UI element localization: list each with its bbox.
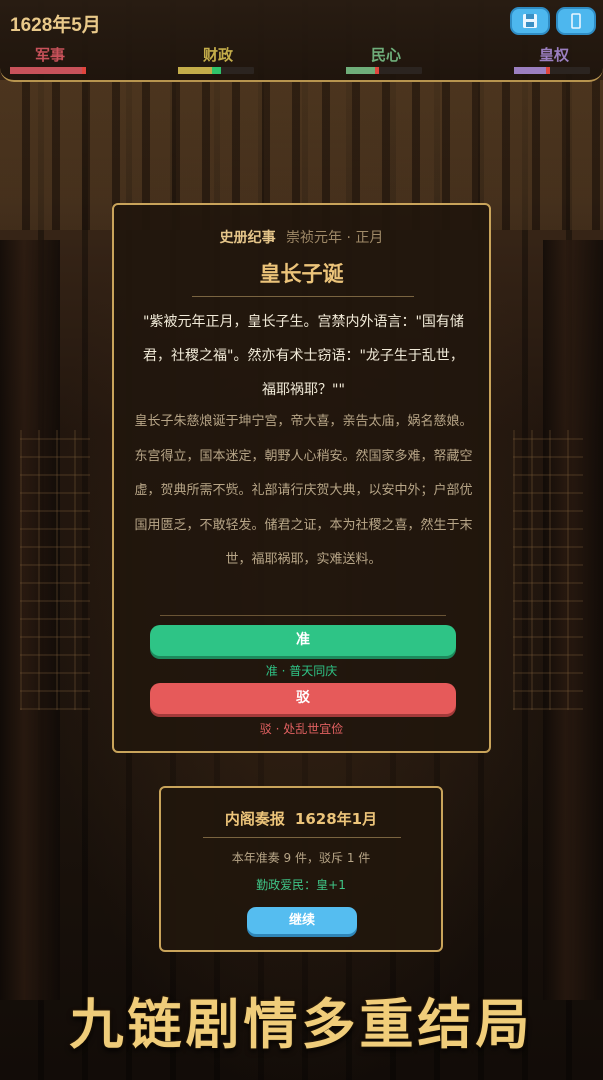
continue-button[interactable]: 继续	[247, 907, 357, 934]
stat-marker-military	[82, 67, 86, 74]
stat-fill-imperial-power	[514, 67, 546, 74]
reject-button[interactable]: 驳	[150, 683, 456, 714]
stat-bar-finance	[178, 67, 254, 74]
save-icon	[523, 14, 537, 28]
event-card: 史册纪事 崇祯元年 · 正月 皇长子诞 "紫被元年正月，皇长子生。宫禁内外语言：…	[112, 203, 491, 753]
stat-label-military: 军事	[34, 46, 65, 64]
stat-label-people: 民心	[370, 46, 401, 64]
stat-finance: 财政	[178, 44, 258, 74]
event-quote: "紫被元年正月，皇长子生。宫禁内外语言："国有储君，社稷之福"。然亦有术士窃语：…	[143, 314, 464, 398]
report-effect: 勤政爱民：皇+1	[256, 878, 346, 892]
stat-bar-imperial-power	[514, 67, 590, 74]
approve-note: 准 · 普天同庆	[265, 664, 338, 678]
report-summary: 本年准奏 9 件，驳斥 1 件	[231, 851, 371, 865]
event-era: 崇祯元年 · 正月	[286, 230, 384, 246]
current-date: 1628年5月	[10, 15, 101, 36]
menu-button[interactable]	[556, 7, 596, 35]
stat-fill-military	[10, 67, 84, 74]
event-tag: 史册纪事	[219, 230, 276, 246]
stat-people: 民心	[346, 44, 426, 74]
report-title-text: 内阁奏报	[224, 810, 285, 828]
stat-marker-people	[375, 67, 379, 74]
event-title: 皇长子诞	[259, 262, 344, 286]
report-title: 内阁奏报 1628年1月	[161, 808, 441, 829]
approve-button[interactable]: 准	[150, 625, 456, 656]
report-date: 1628年1月	[294, 810, 378, 828]
divider	[192, 296, 414, 297]
stat-marker-imperial-power	[546, 67, 550, 74]
stat-military: 军事	[10, 44, 90, 74]
top-status-bar: 1628年5月 军事 财政 民心 皇权	[0, 0, 603, 82]
menu-icon	[571, 13, 581, 29]
stat-fill-people	[346, 67, 375, 74]
stat-label-imperial-power: 皇权	[538, 46, 569, 64]
save-button[interactable]	[510, 7, 550, 35]
stat-bar-people	[346, 67, 422, 74]
promo-banner: 九链剧情多重结局	[69, 992, 534, 1056]
divider	[203, 837, 401, 838]
cabinet-report-card: 内阁奏报 1628年1月 本年准奏 9 件，驳斥 1 件 勤政爱民：皇+1 继续	[159, 786, 443, 952]
stat-fill-finance	[178, 67, 212, 74]
stat-imperial-power: 皇权	[514, 44, 594, 74]
divider	[160, 615, 446, 616]
event-story: 皇长子朱慈烺诞于坤宁宫，帝大喜，亲告太庙，娲名慈娘。东宫得立，国本迷定，朝野人心…	[134, 414, 473, 567]
stat-label-finance: 财政	[202, 46, 233, 64]
reject-note: 驳 · 处乱世宜俭	[259, 722, 344, 736]
lattice-window-left	[20, 430, 90, 710]
stat-bar-military	[10, 67, 86, 74]
lattice-window-right	[513, 430, 583, 710]
event-header: 史册纪事 崇祯元年 · 正月	[114, 227, 489, 247]
stat-marker-finance	[212, 67, 221, 74]
